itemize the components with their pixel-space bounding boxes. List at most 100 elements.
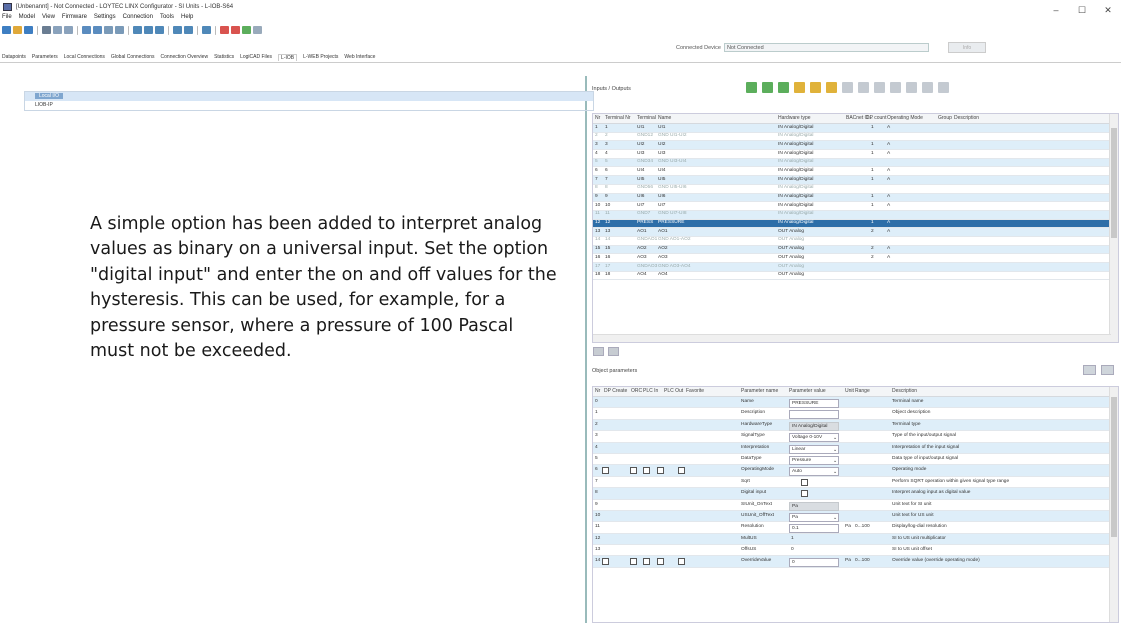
params-table-row[interactable]: 6 OperatingMode Auto ⌄ Operating mode (593, 465, 1118, 477)
io-table-row[interactable]: 8 8 GND56 GND UI5-UI6 IN Analog/Digital (593, 185, 1118, 194)
params-scroll-thumb[interactable] (1111, 397, 1117, 537)
params-column-header[interactable]: DP Create (604, 388, 627, 394)
replace-icon[interactable] (184, 26, 193, 34)
params-column-header[interactable]: Parameter value (789, 388, 826, 394)
chevron-down-icon[interactable]: ⌄ (833, 436, 837, 441)
tab[interactable]: L-WEB Projects (303, 54, 338, 60)
params-column-header[interactable]: Parameter name (741, 388, 778, 394)
dp-checkbox[interactable] (602, 558, 609, 566)
minimize-button[interactable]: – (1043, 5, 1069, 15)
add-group-icon[interactable] (762, 82, 773, 93)
download-icon[interactable] (93, 26, 102, 34)
chevron-down-icon[interactable]: ⌄ (833, 448, 837, 453)
dp-checkbox[interactable] (657, 558, 664, 566)
window-icon[interactable] (938, 82, 949, 93)
dp-checkbox[interactable] (643, 558, 650, 566)
columns-icon[interactable] (874, 82, 885, 93)
tab[interactable]: Web Interface (344, 54, 375, 60)
tab[interactable]: L-IOB (278, 53, 298, 61)
menu-item[interactable]: Model (19, 14, 35, 24)
maximize-button[interactable]: ☐ (1069, 5, 1095, 16)
params-column-header[interactable]: ORC (631, 388, 642, 394)
tab[interactable]: LogiCAD Files (240, 54, 272, 60)
save-icon[interactable] (24, 26, 33, 34)
upload-icon[interactable] (82, 26, 91, 34)
params-table-row[interactable]: 11 Resolution 0.1 Pa 0...100 Display/log-dial… (593, 522, 1118, 534)
print-icon[interactable] (906, 82, 917, 93)
params-column-header[interactable]: Nr (595, 388, 600, 394)
params-column-header[interactable]: Range (855, 388, 870, 394)
close-button[interactable]: ✕ (1095, 5, 1121, 16)
tree-item-selected[interactable]: Local I/O (25, 92, 593, 101)
io-column-header[interactable]: DP count (866, 115, 886, 121)
tab[interactable]: Local Connections (64, 54, 105, 60)
io-table-row[interactable]: 16 16 AO3 AO3 OUT Analog 2 A (593, 254, 1118, 263)
io-horizontal-scrollbar[interactable] (593, 334, 1111, 342)
io-column-header[interactable]: Name (658, 115, 671, 121)
params-column-header[interactable]: PLC In (643, 388, 658, 394)
grid-icon[interactable] (842, 82, 853, 93)
io-column-header[interactable]: Group (938, 115, 952, 121)
params-column-header[interactable]: Description (892, 388, 917, 394)
dp-checkbox[interactable] (678, 467, 685, 475)
move-down-icon[interactable] (608, 347, 619, 356)
io-column-header[interactable]: Terminal (637, 115, 656, 121)
tab[interactable]: Datapoints (2, 54, 26, 60)
param-value-field[interactable]: 0 (789, 558, 839, 568)
refresh-icon[interactable] (810, 82, 821, 93)
dp-checkbox[interactable] (630, 467, 637, 475)
cut-icon[interactable] (133, 26, 142, 34)
io-column-header[interactable]: Operating Mode (887, 115, 923, 121)
param-value-field[interactable]: Pressure ⌄ (789, 455, 839, 465)
io-table-row[interactable]: 2 2 GND12 GND UI1-UI2 IN Analog/Digital (593, 133, 1118, 142)
params-table-row[interactable]: 10 USUnit_OffText Pa ⌄ Unit text for US unit (593, 510, 1118, 523)
params-table-row[interactable]: 8 Digital input Interpret analog input as … (593, 488, 1118, 500)
io-table-row[interactable]: 6 6 UI4 UI4 IN Analog/Digital 1 A (593, 167, 1118, 177)
param-value-checkbox[interactable] (801, 478, 808, 486)
params-table-row[interactable]: 9 SIUnit_OnText Pa Unit text for SI unit (593, 500, 1118, 511)
param-value-field[interactable]: 0.1 (789, 524, 839, 534)
menu-item[interactable]: Connection (123, 14, 153, 24)
io-column-header[interactable]: Terminal Nr (605, 115, 631, 121)
stop-icon[interactable] (220, 26, 229, 34)
edit-icon[interactable] (794, 82, 805, 93)
io-scroll-thumb[interactable] (1111, 128, 1117, 238)
params-table-row[interactable]: 7 Sqrt Perform SQRT operation within given… (593, 477, 1118, 489)
io-table-row[interactable]: 14 14 GNDAO1 GND AO1-AO2 OUT Analog (593, 237, 1118, 246)
param-value-field[interactable]: Voltage 0-10V ⌄ (789, 433, 839, 443)
params-table-row[interactable]: 0 Name PRESSURE Terminal name (593, 397, 1118, 409)
params-table-row[interactable]: 13 OffsUS 0 SI to US unit offset (593, 545, 1118, 557)
dp-checkbox[interactable] (630, 558, 637, 566)
menu-item[interactable]: Firmware (62, 14, 87, 24)
params-filter-icon[interactable] (1083, 365, 1096, 375)
redo-icon[interactable] (64, 26, 73, 34)
dp-checkbox[interactable] (657, 467, 664, 475)
move-up-icon[interactable] (593, 347, 604, 356)
param-value-field[interactable]: PRESSURE (789, 399, 839, 408)
device-icon[interactable] (42, 26, 51, 34)
param-value-field[interactable]: Auto ⌄ (789, 467, 839, 477)
chevron-down-icon[interactable]: ⌄ (833, 470, 837, 475)
tab[interactable]: Connection Overview (161, 54, 209, 60)
io-column-header[interactable]: Description (954, 115, 979, 121)
param-value-field[interactable]: Linear ⌄ (789, 444, 839, 454)
run-icon[interactable] (242, 26, 251, 34)
menu-item[interactable]: Tools (160, 14, 174, 24)
params-vertical-scrollbar[interactable] (1109, 387, 1118, 622)
menu-item[interactable]: View (42, 14, 55, 24)
params-column-header[interactable]: Favorite (686, 388, 704, 394)
add-dp-icon[interactable] (778, 82, 789, 93)
export-icon[interactable] (115, 26, 124, 34)
table-icon[interactable] (858, 82, 869, 93)
params-table-row[interactable]: 2 HardwareType IN Analog/Digital Terminal t… (593, 419, 1118, 432)
delete-icon[interactable] (231, 26, 240, 34)
io-table-row[interactable]: 4 4 UI3 UI3 IN Analog/Digital 1 A (593, 150, 1118, 159)
paste-icon[interactable] (155, 26, 164, 34)
copy-icon[interactable] (144, 26, 153, 34)
new-icon[interactable] (2, 26, 11, 34)
params-table-row[interactable]: 12 MultUS 1 SI to US unit multiplicator (593, 533, 1118, 546)
dp-checkbox[interactable] (643, 467, 650, 475)
params-table-row[interactable]: 3 SignalType Voltage 0-10V ⌄ Type of the inp… (593, 431, 1118, 443)
folder-icon[interactable] (826, 82, 837, 93)
tree-item[interactable]: LIOB-IP (25, 101, 593, 110)
